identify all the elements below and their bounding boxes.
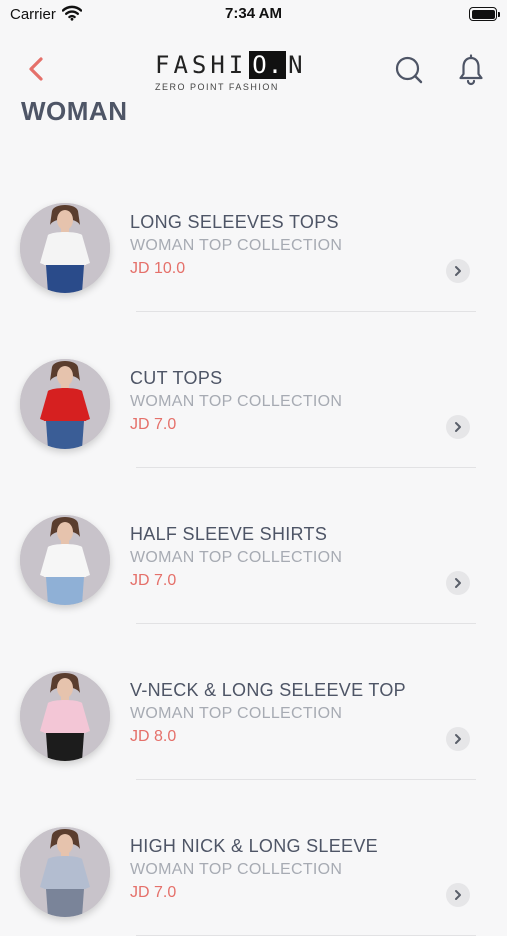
chevron-right-icon (455, 578, 461, 588)
product-thumbnail (20, 359, 110, 449)
page-title: WOMAN (21, 96, 128, 126)
logo-text-left: FASHI (155, 51, 248, 79)
logo-text-right: N (288, 51, 307, 79)
product-price: JD 7.0 (130, 572, 177, 589)
product-name: CUT TOPS (130, 368, 223, 388)
product-thumbnail (20, 515, 110, 605)
open-product-button[interactable] (446, 415, 470, 439)
product-price: JD 7.0 (130, 884, 177, 901)
product-price: JD 7.0 (130, 416, 177, 433)
product-collection: WOMAN TOP COLLECTION (130, 237, 343, 254)
product-name: V-NECK & LONG SELEEVE TOP (130, 680, 406, 700)
open-product-button[interactable] (446, 259, 470, 283)
status-time: 7:34 AM (225, 5, 282, 22)
product-list-item[interactable]: HALF SLEEVE SHIRTS WOMAN TOP COLLECTION JD… (0, 468, 507, 624)
logo-text-box: O. (249, 51, 287, 79)
notifications-button[interactable] (457, 54, 485, 86)
product-price: JD 8.0 (130, 728, 177, 745)
chevron-right-icon (455, 266, 461, 276)
product-name: HIGH NICK & LONG SLEEVE (130, 836, 378, 856)
product-list-item[interactable]: CUT TOPS WOMAN TOP COLLECTION JD 7.0 (0, 312, 507, 468)
product-collection: WOMAN TOP COLLECTION (130, 549, 343, 566)
product-price: JD 10.0 (130, 260, 186, 277)
open-product-button[interactable] (446, 571, 470, 595)
back-chevron-icon (29, 57, 43, 81)
product-thumbnail (20, 671, 110, 761)
product-name: LONG SELEEVES TOPS (130, 212, 339, 232)
product-collection: WOMAN TOP COLLECTION (130, 861, 343, 878)
battery-icon (469, 7, 500, 21)
open-product-button[interactable] (446, 727, 470, 751)
product-list-item[interactable]: V-NECK & LONG SELEEVE TOP WOMAN TOP COLLE… (0, 624, 507, 780)
logo-tagline: ZERO POINT FASHION (155, 82, 279, 92)
search-button[interactable] (394, 55, 424, 85)
product-list: LONG SELEEVES TOPS WOMAN TOP COLLECTION JD… (0, 156, 507, 936)
status-bar: Carrier 7:34 AM (0, 0, 507, 28)
chevron-right-icon (455, 422, 461, 432)
product-list-item[interactable]: LONG SELEEVES TOPS WOMAN TOP COLLECTION JD… (0, 156, 507, 312)
product-collection: WOMAN TOP COLLECTION (130, 705, 343, 722)
product-collection: WOMAN TOP COLLECTION (130, 393, 343, 410)
product-thumbnail (20, 827, 110, 917)
brand-logo: FASHI O. N ZERO POINT FASHION (155, 50, 303, 94)
open-product-button[interactable] (446, 883, 470, 907)
chevron-right-icon (455, 890, 461, 900)
app-header: FASHI O. N ZERO POINT FASHION (0, 40, 507, 100)
product-name: HALF SLEEVE SHIRTS (130, 524, 328, 544)
search-icon (395, 56, 423, 84)
chevron-right-icon (455, 734, 461, 744)
product-thumbnail (20, 203, 110, 293)
bell-icon (459, 54, 483, 86)
product-list-item[interactable]: HIGH NICK & LONG SLEEVE WOMAN TOP COLLECT… (0, 780, 507, 936)
back-button[interactable] (24, 56, 48, 82)
